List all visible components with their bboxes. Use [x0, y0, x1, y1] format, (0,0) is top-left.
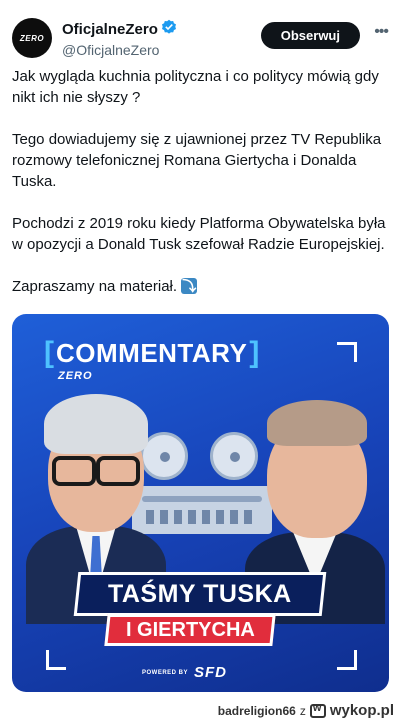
- corner-bracket-icon: [337, 650, 357, 670]
- arrow-right-down-icon: [181, 276, 198, 297]
- powered-by: POWERED BY SFD: [142, 664, 227, 681]
- follow-button[interactable]: Obserwuj: [260, 22, 360, 49]
- brand-subtitle: ZERO: [58, 370, 93, 382]
- tweet-media-image[interactable]: [ COMMENTARY ] ZERO TAŚMY TUSKA I GIERTY…: [12, 314, 389, 692]
- brand-title: [ COMMENTARY ]: [44, 336, 259, 370]
- bracket-left-icon: [: [44, 336, 54, 369]
- wykop-logo-icon: [309, 702, 326, 718]
- verified-badge-icon: [161, 19, 177, 40]
- headline-line2: I GIERTYCHA: [125, 618, 255, 641]
- footer-site[interactable]: wykop.pl: [330, 702, 394, 719]
- corner-bracket-icon: [337, 342, 357, 362]
- account-handle[interactable]: @OficjalneZero: [62, 42, 177, 58]
- powered-label: POWERED BY: [142, 669, 189, 676]
- avatar[interactable]: ZERO: [12, 18, 52, 58]
- display-name[interactable]: OficjalneZero: [62, 21, 158, 38]
- tweet-paragraph: Pochodzi z 2019 roku kiedy Platforma Oby…: [12, 215, 386, 253]
- corner-bracket-icon: [46, 650, 66, 670]
- tweet-paragraph-last: Zapraszamy na materiał.: [12, 276, 388, 297]
- tweet-paragraph: Jak wygląda kuchnia polityczna i co poli…: [12, 68, 379, 106]
- sfd-logo: SFD: [194, 664, 228, 681]
- glasses-icon: [52, 456, 140, 486]
- footer-separator: z: [299, 703, 306, 718]
- more-options-icon[interactable]: •••: [374, 23, 389, 41]
- hair: [44, 394, 148, 454]
- tweet-header: ZERO OficjalneZero @OficjalneZero Obserw…: [12, 14, 389, 62]
- brand-title-text: COMMENTARY: [56, 337, 248, 368]
- headline-banner: TAŚMY TUSKA: [73, 572, 327, 616]
- headline-subbanner: I GIERTYCHA: [104, 614, 276, 646]
- tweet-paragraph-text: Zapraszamy na materiał.: [12, 278, 178, 295]
- avatar-logo-text: ZERO: [19, 33, 45, 43]
- account-names: OficjalneZero @OficjalneZero: [62, 19, 177, 58]
- tweet-paragraph: Tego dowiadujemy się z ujawnionej przez …: [12, 131, 382, 190]
- headline-line1: TAŚMY TUSKA: [108, 579, 292, 608]
- footer-username[interactable]: badreligion66: [218, 704, 296, 718]
- bracket-right-icon: ]: [249, 336, 260, 369]
- source-footer: badreligion66 z wykop.pl: [0, 700, 400, 721]
- hair: [267, 400, 367, 446]
- tweet-text: Jak wygląda kuchnia polityczna i co poli…: [12, 66, 388, 318]
